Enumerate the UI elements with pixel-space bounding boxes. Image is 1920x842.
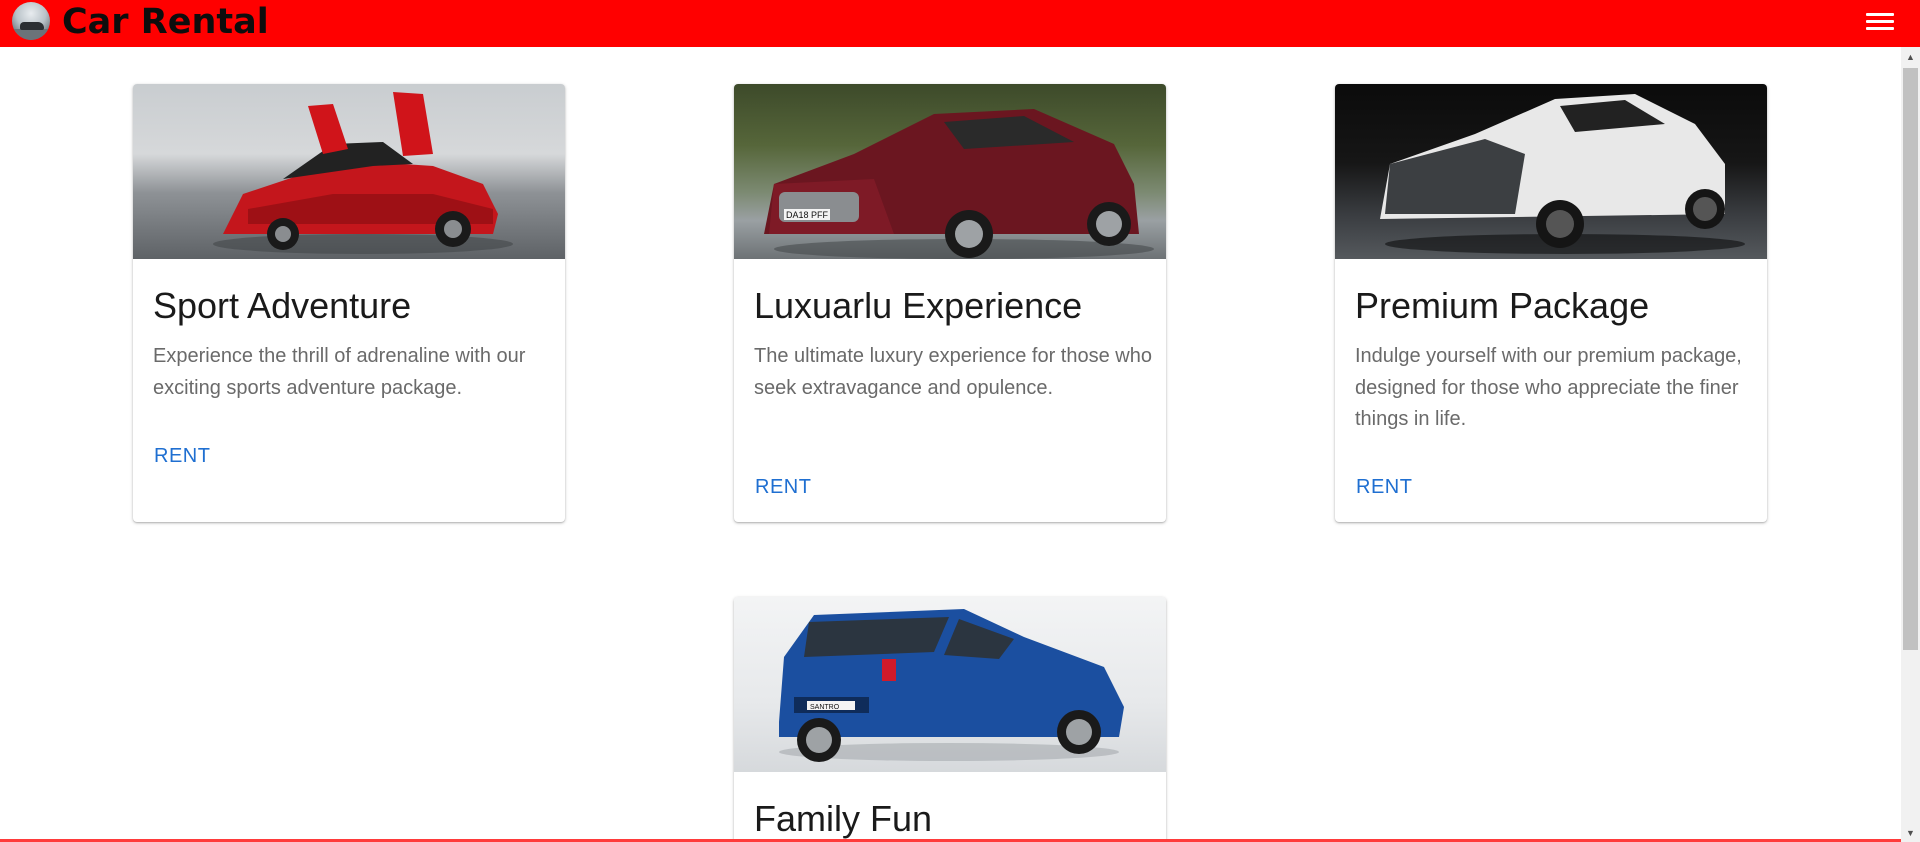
rent-button[interactable]: RENT xyxy=(154,445,210,468)
white-premium-coupe-icon xyxy=(1380,94,1745,254)
card-description: Experience the thrill of adrenaline with… xyxy=(153,345,526,399)
package-card-family-fun: SANTRO Family Fun xyxy=(734,597,1166,842)
car-logo-icon[interactable] xyxy=(12,2,50,40)
maroon-luxury-coupe-image: DA18 PFF xyxy=(734,84,1166,259)
card-description: The ultimate luxury experience for those… xyxy=(754,345,1152,399)
top-app-bar: Car Rental xyxy=(0,0,1920,47)
blue-hatchback-image: SANTRO xyxy=(734,597,1166,772)
card-title: Family Fun xyxy=(754,798,933,839)
card-title: Premium Package xyxy=(1355,285,1650,326)
plate-text: DA18 PFF xyxy=(786,210,829,220)
red-sports-car-icon xyxy=(213,92,513,254)
card-description: Indulge yourself with our premium packag… xyxy=(1355,345,1742,430)
hamburger-menu-icon[interactable] xyxy=(1866,10,1896,34)
package-card-premium-package: Premium Package Indulge yourself with ou… xyxy=(1335,84,1767,522)
rent-button[interactable]: RENT xyxy=(1356,476,1412,499)
package-card-luxury-experience: DA18 PFF Luxuarlu Experience The ultimat… xyxy=(734,84,1166,522)
blue-hatchback-icon: SANTRO xyxy=(779,609,1124,762)
page-scrollbar-thumb[interactable] xyxy=(1903,68,1918,650)
maroon-luxury-coupe-icon: DA18 PFF xyxy=(764,109,1154,259)
rent-button[interactable]: RENT xyxy=(755,476,811,499)
white-premium-coupe-image xyxy=(1335,84,1767,259)
scroll-down-arrow-icon[interactable]: ▼ xyxy=(1901,823,1920,842)
badge-text: SANTRO xyxy=(810,704,840,711)
app-title[interactable]: Car Rental xyxy=(62,2,269,42)
red-sports-car-image xyxy=(133,84,565,259)
card-title: Luxuarlu Experience xyxy=(754,285,1083,326)
package-card-sport-adventure: Sport Adventure Experience the thrill of… xyxy=(133,84,565,522)
card-title: Sport Adventure xyxy=(153,285,412,326)
scroll-up-arrow-icon[interactable]: ▲ xyxy=(1901,47,1920,66)
